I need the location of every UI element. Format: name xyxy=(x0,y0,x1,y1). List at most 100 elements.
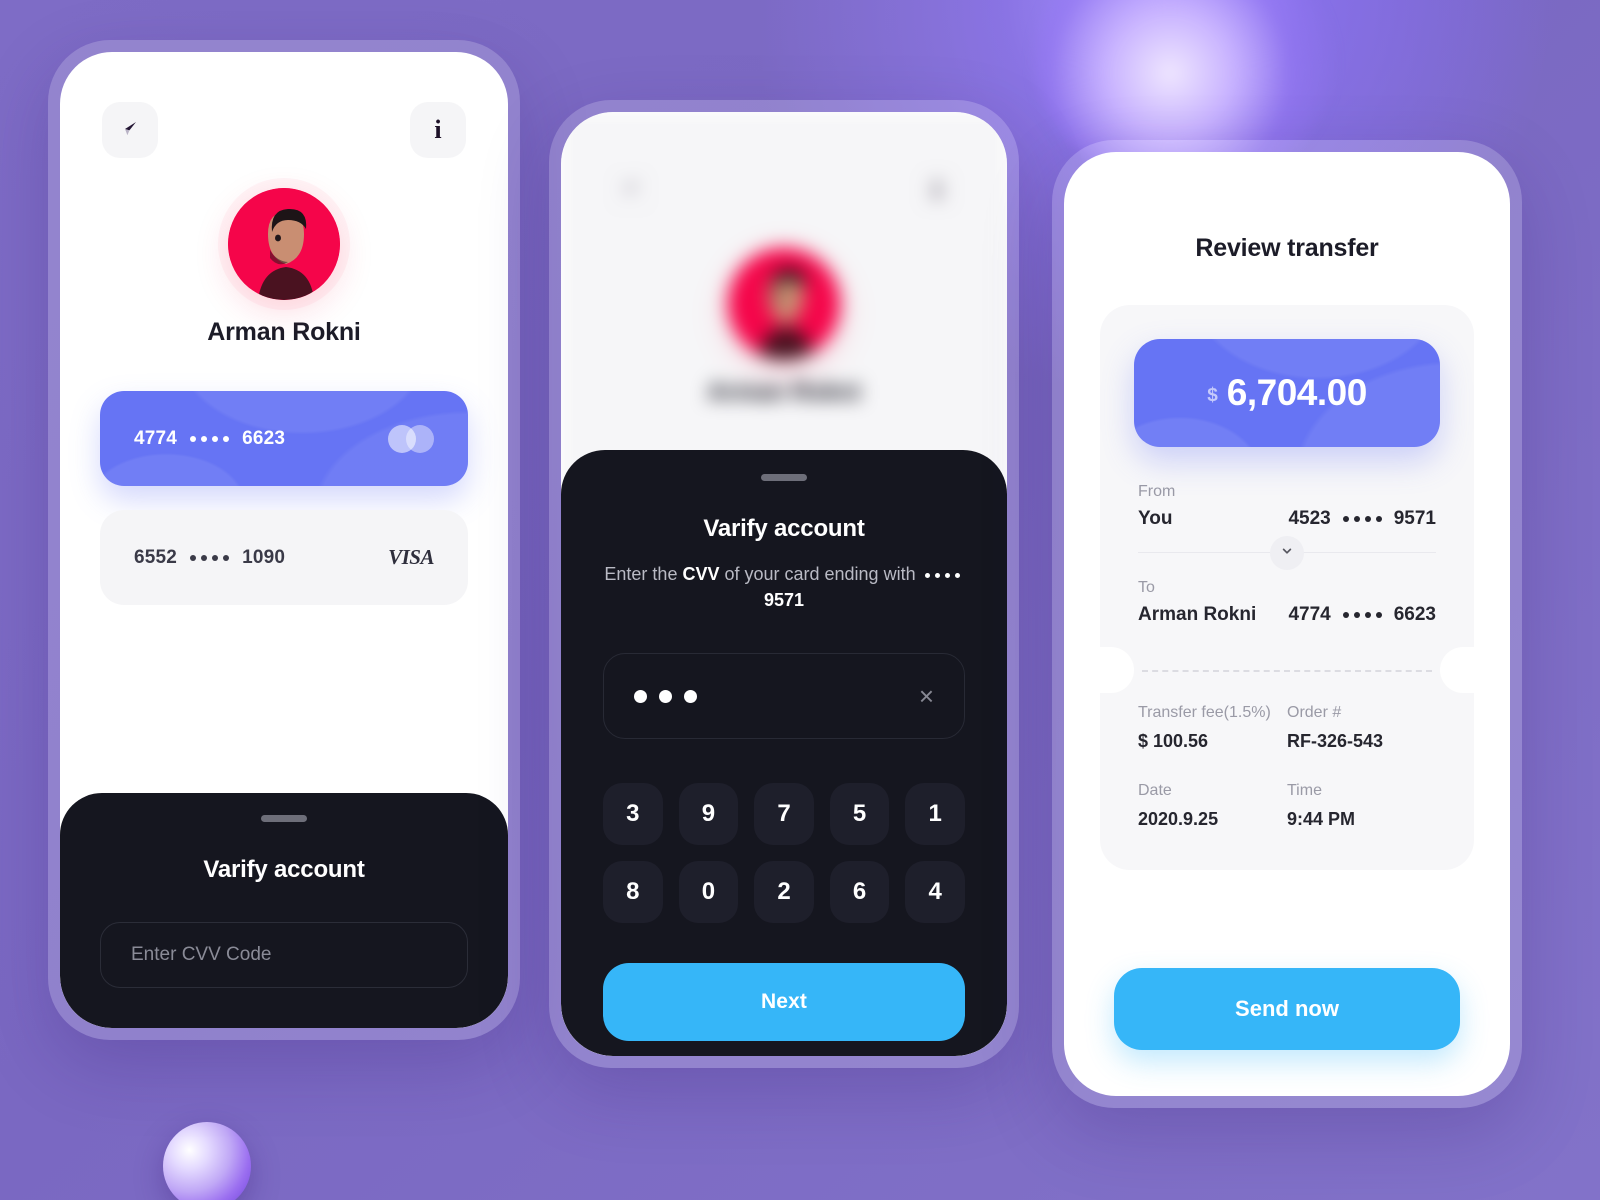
receipt-perforation xyxy=(1100,642,1474,698)
mastercard-icon xyxy=(388,424,434,453)
profile-name: Arman Rokni xyxy=(707,378,861,406)
phone-1-screen: i Arman Rokni 4774 6623 6552 1090 VISA V… xyxy=(60,52,508,1028)
to-label: To xyxy=(1138,579,1155,596)
card-mask-dots xyxy=(924,572,960,578)
cvv-input[interactable]: Enter CVV Code xyxy=(100,922,468,988)
detail-date: Date 2020.9.25 xyxy=(1138,782,1287,830)
transfer-receipt-card: $ 6,704.00 From You 4523 9571 To Arman R… xyxy=(1100,305,1474,870)
phone-mockup-3: Review transfer $ 6,704.00 From You 4523 xyxy=(1052,140,1522,1108)
card-prefix: 6552 xyxy=(134,546,178,568)
clear-icon[interactable]: × xyxy=(919,683,934,709)
cards-list: 4774 6623 6552 1090 VISA xyxy=(60,391,508,605)
back-button[interactable] xyxy=(102,102,158,158)
from-block: From You 4523 9571 xyxy=(1138,483,1436,530)
pin-input-field[interactable]: × xyxy=(603,653,965,740)
detail-label: Time xyxy=(1287,782,1322,799)
keypad-key[interactable]: 4 xyxy=(905,861,965,924)
review-transfer-page: Review transfer $ 6,704.00 From You 4523 xyxy=(1064,152,1510,1096)
card-mask-dots xyxy=(190,435,230,442)
send-now-button[interactable]: Send now xyxy=(1114,968,1460,1050)
detail-value: RF-326-543 xyxy=(1287,731,1384,751)
to-card-number: 4774 6623 xyxy=(1288,604,1436,626)
swap-button[interactable] xyxy=(1270,535,1304,570)
next-button[interactable]: Next xyxy=(603,963,965,1042)
keypad-key[interactable]: 7 xyxy=(754,783,814,846)
numeric-keypad: 3 9 7 5 1 8 0 2 6 4 xyxy=(603,783,965,924)
card-prefix: 4774 xyxy=(134,427,178,449)
keypad-key[interactable]: 6 xyxy=(829,861,890,924)
profile-section-1: Arman Rokni xyxy=(60,188,508,347)
back-arrow-icon xyxy=(119,118,141,143)
keypad-key[interactable]: 0 xyxy=(678,861,739,924)
profile-name: Arman Rokni xyxy=(207,318,361,346)
phone-2-screen: i Arman Rokni Varify account Enter the C… xyxy=(561,112,1007,1056)
card-row-visa[interactable]: 6552 1090 VISA xyxy=(100,510,468,605)
subtitle-text-after: of your card ending with xyxy=(719,564,921,584)
background-sphere-decoration xyxy=(163,1122,251,1200)
card-number: 4774 6623 xyxy=(134,428,285,450)
app-header-2: i xyxy=(561,112,1007,218)
keypad-key[interactable]: 1 xyxy=(905,783,965,846)
card-mask-dots xyxy=(1342,612,1382,618)
to-card-prefix: 4774 xyxy=(1288,604,1331,625)
chevron-down-icon xyxy=(1280,544,1294,561)
keypad-key[interactable]: 2 xyxy=(754,861,814,924)
detail-label: Date xyxy=(1138,782,1172,799)
subtitle-cvv-bold: CVV xyxy=(682,564,720,584)
keypad-key[interactable]: 5 xyxy=(829,783,890,846)
detail-value: $ 100.56 xyxy=(1138,731,1209,751)
to-block: To Arman Rokni 4774 6623 xyxy=(1138,579,1436,626)
back-button[interactable] xyxy=(603,162,659,218)
amount-currency: $ xyxy=(1207,385,1218,406)
profile-section-2: Arman Rokni xyxy=(561,248,1007,407)
verify-account-sheet-expanded: Varify account Enter the CVV of your car… xyxy=(561,450,1007,1056)
subtitle-text-before: Enter the xyxy=(604,564,683,584)
cvv-placeholder: Enter CVV Code xyxy=(131,944,272,965)
detail-transfer-fee: Transfer fee(1.5%) $ 100.56 xyxy=(1138,704,1287,752)
from-name: You xyxy=(1138,508,1173,529)
card-mask-dots xyxy=(190,554,230,561)
card-mask-dots xyxy=(1342,516,1382,522)
sheet-subtitle: Enter the CVV of your card ending with 9… xyxy=(603,561,965,613)
sheet-drag-handle[interactable] xyxy=(761,474,807,481)
phone-3-screen: Review transfer $ 6,704.00 From You 4523 xyxy=(1064,152,1510,1096)
avatar xyxy=(728,248,840,360)
parties-divider xyxy=(1138,535,1436,570)
avatar xyxy=(228,188,340,300)
card-suffix: 1090 xyxy=(242,546,286,568)
info-icon: i xyxy=(933,175,941,204)
phone-mockup-2: i Arman Rokni Varify account Enter the C… xyxy=(549,100,1019,1068)
to-card-suffix: 6623 xyxy=(1393,604,1436,625)
from-card-prefix: 4523 xyxy=(1288,508,1331,529)
keypad-key[interactable]: 8 xyxy=(603,861,663,924)
avatar-glow xyxy=(728,248,840,360)
from-card-suffix: 9571 xyxy=(1393,508,1436,529)
transfer-parties: From You 4523 9571 To Arman Rokni 4774 6… xyxy=(1134,447,1440,626)
page-title: Review transfer xyxy=(1195,234,1379,262)
detail-label: Order # xyxy=(1287,704,1342,721)
subtitle-card-suffix: 9571 xyxy=(763,590,805,611)
card-number: 6552 1090 xyxy=(134,547,285,569)
info-button[interactable]: i xyxy=(909,162,965,218)
keypad-key[interactable]: 9 xyxy=(678,783,739,846)
verify-account-sheet-collapsed: Varify account Enter CVV Code xyxy=(60,793,508,1028)
dashed-divider xyxy=(1142,670,1432,672)
detail-value: 9:44 PM xyxy=(1287,809,1356,829)
transfer-details: Transfer fee(1.5%) $ 100.56 Order # RF-3… xyxy=(1134,698,1440,870)
from-row: You 4523 9571 xyxy=(1138,501,1436,530)
back-arrow-icon xyxy=(620,178,642,203)
pin-dots xyxy=(634,689,697,703)
app-header-1: i xyxy=(60,52,508,158)
detail-time: Time 9:44 PM xyxy=(1287,782,1436,830)
send-button-area: Send now xyxy=(1100,968,1474,1096)
avatar-glow xyxy=(228,188,340,300)
phone-mockup-1: i Arman Rokni 4774 6623 6552 1090 VISA V… xyxy=(48,40,520,1040)
to-name: Arman Rokni xyxy=(1138,604,1257,625)
sheet-drag-handle[interactable] xyxy=(261,815,307,822)
info-icon: i xyxy=(434,115,442,144)
keypad-key[interactable]: 3 xyxy=(603,783,663,846)
amount-pill: $ 6,704.00 xyxy=(1134,339,1440,447)
info-button[interactable]: i xyxy=(410,102,466,158)
card-row-mastercard[interactable]: 4774 6623 xyxy=(100,391,468,486)
detail-value: 2020.9.25 xyxy=(1138,809,1219,829)
